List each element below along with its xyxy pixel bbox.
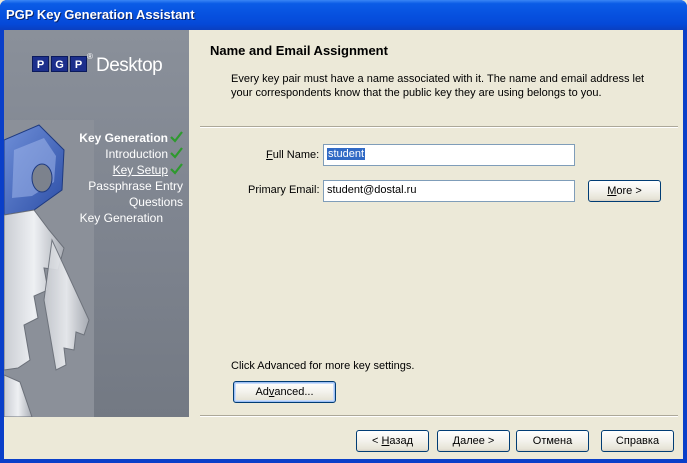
advanced-button[interactable]: Advanced... <box>233 381 336 403</box>
advanced-hint: Click Advanced for more key settings. <box>231 360 415 372</box>
header-divider <box>200 126 678 128</box>
wizard-steps: Key Generation Introduction Key Setup Pa… <box>79 130 183 226</box>
step-key-generation-final: Key Generation <box>79 210 163 226</box>
logo-product-name: Desktop <box>96 55 163 76</box>
step-questions: Questions <box>79 194 183 210</box>
page-title: Name and Email Assignment <box>210 43 388 58</box>
step-label: Passphrase Entry <box>88 179 183 193</box>
checkmark-icon <box>170 147 183 159</box>
footer-divider <box>200 415 678 417</box>
step-passphrase-entry: Passphrase Entry <box>79 178 183 194</box>
step-label[interactable]: Key Setup <box>113 163 168 177</box>
sidebar: P G P ® Desktop Key Generation Introduct… <box>4 30 189 417</box>
full-name-value: student <box>327 148 366 160</box>
title-bar[interactable]: PGP Key Generation Assistant <box>0 0 687 30</box>
logo-letter: P <box>70 56 87 72</box>
logo-letter: G <box>51 56 68 72</box>
step-label: Introduction <box>105 147 168 161</box>
primary-email-field[interactable]: student@dostal.ru <box>323 180 575 202</box>
full-name-field[interactable]: student <box>323 144 575 166</box>
page-description: Every key pair must have a name associat… <box>231 73 645 99</box>
primary-email-value: student@dostal.ru <box>327 184 417 196</box>
step-key-generation: Key Generation <box>79 130 183 146</box>
step-key-setup[interactable]: Key Setup <box>79 162 183 178</box>
step-introduction: Introduction <box>79 146 183 162</box>
dialog-body: P G P ® Desktop Key Generation Introduct… <box>4 30 683 459</box>
logo-letter: P <box>32 56 49 72</box>
page-header: Name and Email Assignment Every key pair… <box>189 30 683 126</box>
registered-mark: ® <box>87 52 93 61</box>
window: PGP Key Generation Assistant P G P ® Des… <box>0 0 687 463</box>
step-label: Key Generation <box>79 131 168 145</box>
step-label: Questions <box>128 195 183 209</box>
help-button[interactable]: Справка <box>601 430 674 452</box>
step-label: Key Generation <box>79 211 163 225</box>
checkmark-icon <box>170 131 183 143</box>
primary-email-label: Primary Email: <box>248 184 320 196</box>
back-button[interactable]: < Назад <box>356 430 429 452</box>
checkmark-icon <box>170 163 183 175</box>
more-button[interactable]: More > <box>588 180 661 202</box>
full-name-label: Full Name: <box>266 149 320 161</box>
window-title: PGP Key Generation Assistant <box>6 7 195 22</box>
next-button[interactable]: Далее > <box>437 430 510 452</box>
cancel-button[interactable]: Отмена <box>516 430 589 452</box>
